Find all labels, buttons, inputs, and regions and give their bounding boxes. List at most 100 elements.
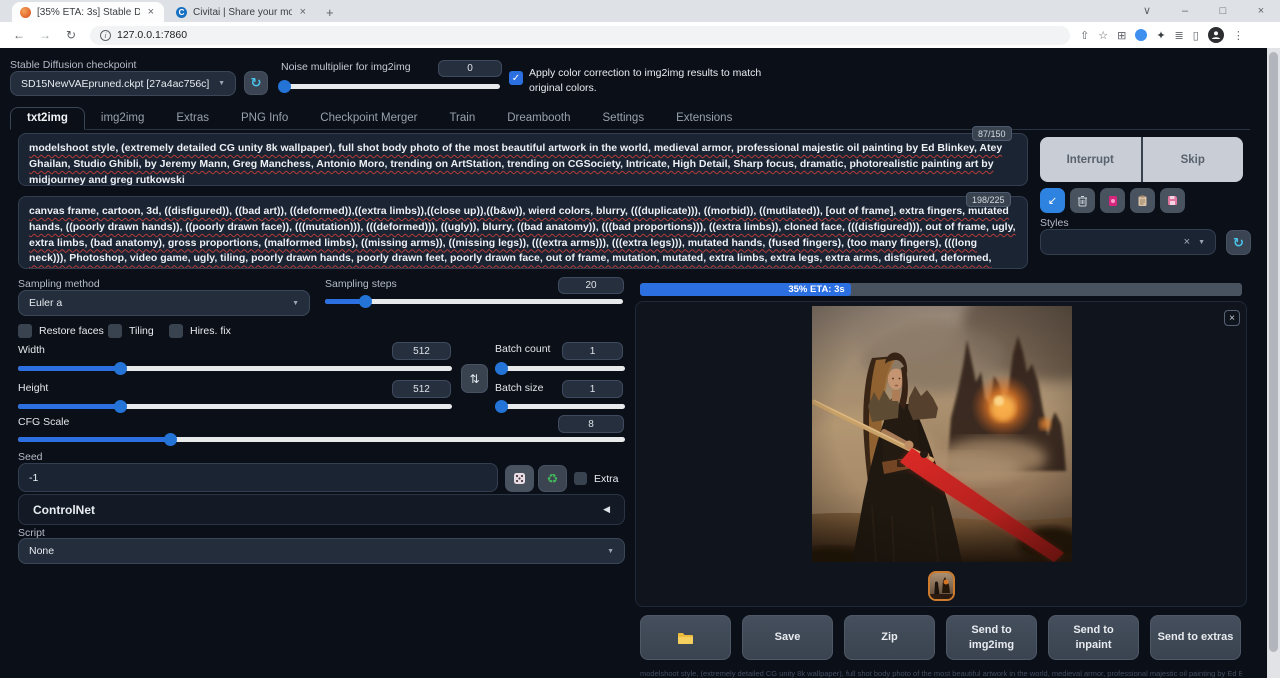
save-button[interactable]: Save bbox=[742, 615, 833, 660]
negative-prompt-textarea[interactable]: canvas frame, cartoon, 3d, ((disfigured)… bbox=[18, 196, 1028, 269]
send-to-inpaint-button[interactable]: Send to inpaint bbox=[1048, 615, 1139, 660]
site-info-icon[interactable]: i bbox=[100, 30, 111, 41]
restore-faces-option[interactable]: Restore faces bbox=[18, 324, 104, 338]
side-panel-icon[interactable]: ▯ bbox=[1193, 29, 1199, 42]
trash-icon bbox=[1077, 195, 1088, 207]
tab-png-info[interactable]: PNG Info bbox=[225, 108, 304, 129]
styles-dropdown[interactable]: × ▼ bbox=[1040, 229, 1216, 255]
slider-handle[interactable] bbox=[114, 362, 127, 375]
send-to-extras-button[interactable]: Send to extras bbox=[1150, 615, 1241, 660]
sampling-steps-value[interactable]: 20 bbox=[558, 277, 624, 294]
browser-scrollbar[interactable] bbox=[1267, 48, 1280, 678]
tab-img2img[interactable]: img2img bbox=[85, 108, 160, 129]
extension-blue-icon[interactable] bbox=[1135, 29, 1147, 41]
skip-button[interactable]: Skip bbox=[1143, 137, 1244, 182]
reading-list-icon[interactable]: ≣ bbox=[1175, 29, 1184, 42]
scrollbar-thumb[interactable] bbox=[1269, 52, 1278, 652]
slider-handle[interactable] bbox=[495, 400, 508, 413]
height-slider[interactable] bbox=[18, 400, 452, 413]
batch-size-value[interactable]: 1 bbox=[562, 380, 623, 398]
sampling-method-dropdown[interactable]: Euler a ▼ bbox=[18, 290, 310, 316]
extension-grid-icon[interactable]: ⊞ bbox=[1117, 29, 1126, 42]
chevron-down-icon[interactable]: ∨ bbox=[1128, 0, 1166, 22]
back-button[interactable]: ← bbox=[6, 28, 32, 42]
noise-multiplier-value[interactable]: 0 bbox=[438, 60, 502, 77]
tiling-checkbox[interactable] bbox=[108, 324, 122, 338]
tab-close-icon[interactable]: × bbox=[146, 6, 156, 18]
slider-track[interactable] bbox=[495, 404, 625, 409]
slider-handle[interactable] bbox=[278, 80, 291, 93]
share-icon[interactable]: ⇧ bbox=[1080, 29, 1089, 42]
color-correction-checkbox[interactable]: ✓ bbox=[509, 71, 523, 85]
generated-image[interactable] bbox=[812, 306, 1072, 562]
random-seed-button[interactable] bbox=[505, 465, 534, 492]
slider-track[interactable] bbox=[495, 366, 625, 371]
tab-checkpoint-merger[interactable]: Checkpoint Merger bbox=[304, 108, 433, 129]
script-dropdown[interactable]: None ▼ bbox=[18, 538, 625, 564]
tab-extras[interactable]: Extras bbox=[160, 108, 225, 129]
apply-style-button[interactable] bbox=[1130, 188, 1155, 213]
slider-track[interactable] bbox=[281, 84, 500, 89]
cfg-scale-slider[interactable] bbox=[18, 433, 625, 446]
refresh-checkpoint-button[interactable]: ↻ bbox=[244, 71, 268, 95]
hires-fix-checkbox[interactable] bbox=[169, 324, 183, 338]
seed-input[interactable]: -1 bbox=[18, 463, 498, 492]
slider-handle[interactable] bbox=[164, 433, 177, 446]
prompt-textarea[interactable]: modelshoot style, (extremely detailed CG… bbox=[18, 133, 1028, 186]
extensions-icon[interactable]: ✦ bbox=[1156, 29, 1165, 42]
browser-menu-icon[interactable]: ⋮ bbox=[1233, 29, 1244, 42]
save-style-button[interactable] bbox=[1160, 188, 1185, 213]
clear-prompt-button[interactable] bbox=[1070, 188, 1095, 213]
checkpoint-dropdown[interactable]: SD15NewVAEpruned.ckpt [27a4ac756c] ▼ bbox=[10, 71, 236, 96]
sampling-steps-slider[interactable] bbox=[325, 295, 623, 308]
slider-handle[interactable] bbox=[359, 295, 372, 308]
gallery-thumbnail[interactable] bbox=[928, 571, 955, 601]
tab-txt2img[interactable]: txt2img bbox=[10, 107, 85, 130]
batch-size-slider[interactable] bbox=[495, 400, 625, 413]
clipboard-icon bbox=[1137, 195, 1148, 207]
interrupt-button[interactable]: Interrupt bbox=[1040, 137, 1141, 182]
extra-seed-option[interactable]: Extra bbox=[574, 472, 619, 485]
open-folder-button[interactable] bbox=[640, 615, 731, 660]
close-gallery-button[interactable]: × bbox=[1224, 310, 1240, 326]
extra-networks-button[interactable] bbox=[1100, 188, 1125, 213]
browser-tab-stable-diffusion[interactable]: [35% ETA: 3s] Stable Diffusion × bbox=[12, 2, 164, 22]
noise-multiplier-slider[interactable] bbox=[281, 80, 500, 93]
url-bar[interactable]: i 127.0.0.1:7860 bbox=[90, 26, 1070, 45]
reload-button[interactable]: ↻ bbox=[58, 28, 84, 42]
controlnet-accordion[interactable]: ControlNet ◀ bbox=[18, 494, 625, 525]
maximize-button[interactable]: □ bbox=[1204, 0, 1242, 22]
cfg-scale-value[interactable]: 8 bbox=[558, 415, 624, 433]
tiling-option[interactable]: Tiling bbox=[108, 324, 154, 338]
batch-count-value[interactable]: 1 bbox=[562, 342, 623, 360]
forward-button[interactable]: → bbox=[32, 28, 58, 42]
tab-train[interactable]: Train bbox=[433, 108, 491, 129]
extra-seed-checkbox[interactable] bbox=[574, 472, 587, 485]
batch-count-slider[interactable] bbox=[495, 362, 625, 375]
refresh-styles-button[interactable]: ↻ bbox=[1226, 230, 1251, 255]
slider-handle[interactable] bbox=[495, 362, 508, 375]
tab-close-icon[interactable]: × bbox=[298, 6, 308, 18]
send-to-img2img-button[interactable]: Send to img2img bbox=[946, 615, 1037, 660]
clear-styles-icon[interactable]: × bbox=[1184, 236, 1190, 248]
controlnet-label: ControlNet bbox=[33, 503, 95, 517]
restore-faces-checkbox[interactable] bbox=[18, 324, 32, 338]
bookmark-star-icon[interactable]: ☆ bbox=[1098, 29, 1108, 42]
tab-extensions[interactable]: Extensions bbox=[660, 108, 748, 129]
swap-dimensions-button[interactable]: ⇅ bbox=[461, 364, 488, 393]
browser-tab-civitai[interactable]: C Civitai | Share your models × bbox=[168, 2, 316, 22]
reuse-seed-button[interactable]: ♻ bbox=[538, 465, 567, 492]
width-slider[interactable] bbox=[18, 362, 452, 375]
paste-generation-params-button[interactable]: ↙ bbox=[1040, 188, 1065, 213]
new-tab-button[interactable]: + bbox=[316, 5, 344, 22]
tab-dreambooth[interactable]: Dreambooth bbox=[491, 108, 586, 129]
tab-settings[interactable]: Settings bbox=[587, 108, 661, 129]
height-value[interactable]: 512 bbox=[392, 380, 451, 398]
minimize-button[interactable]: – bbox=[1166, 0, 1204, 22]
hires-fix-option[interactable]: Hires. fix bbox=[169, 324, 231, 338]
profile-avatar[interactable] bbox=[1208, 27, 1224, 43]
zip-button[interactable]: Zip bbox=[844, 615, 935, 660]
slider-handle[interactable] bbox=[114, 400, 127, 413]
close-window-button[interactable]: × bbox=[1242, 0, 1280, 22]
width-value[interactable]: 512 bbox=[392, 342, 451, 360]
